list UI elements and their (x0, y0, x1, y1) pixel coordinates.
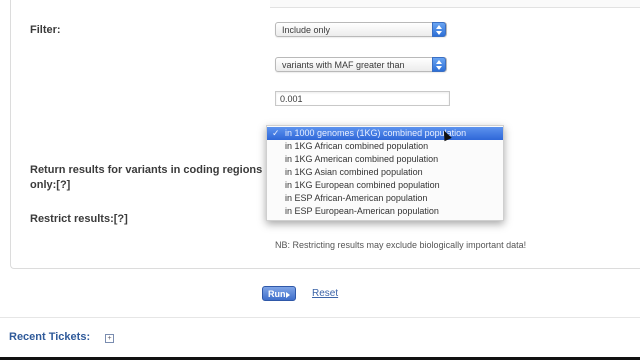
restrict-text: Restrict results: (30, 213, 114, 225)
select-arrows-icon (432, 22, 446, 37)
population-option[interactable]: in 1KG European combined population (267, 179, 503, 192)
expand-icon[interactable]: + (105, 334, 114, 343)
filter-field-value: variants with MAF greater than (282, 60, 405, 70)
coding-regions-label: Return results for variants in coding re… (30, 163, 270, 193)
population-option[interactable]: in 1KG American combined population (267, 153, 503, 166)
play-icon (286, 292, 290, 298)
filter-label: Filter: (30, 24, 61, 36)
population-option[interactable]: ✓ in 1000 genomes (1KG) combined populat… (267, 127, 503, 140)
reset-link[interactable]: Reset (312, 288, 338, 299)
top-strip (270, 0, 640, 8)
check-icon: ✓ (272, 128, 280, 138)
run-button[interactable]: Run (262, 286, 296, 301)
recent-tickets-heading: Recent Tickets: (9, 331, 91, 343)
maf-threshold-input[interactable]: 0.001 (275, 91, 450, 106)
select-arrows-icon (432, 57, 446, 72)
population-option[interactable]: in ESP African-American population (267, 192, 503, 205)
divider (0, 317, 640, 318)
population-option[interactable]: in 1KG African combined population (267, 140, 503, 153)
coding-help-link[interactable]: [?] (56, 179, 70, 191)
restrict-help-link[interactable]: [?] (114, 213, 128, 225)
filter-mode-select[interactable]: Include only (275, 22, 447, 37)
population-option[interactable]: in 1KG Asian combined population (267, 166, 503, 179)
filter-mode-value: Include only (282, 25, 331, 35)
filter-field-select[interactable]: variants with MAF greater than (275, 57, 447, 72)
restrict-label: Restrict results:[?] (30, 213, 128, 225)
restrict-note: NB: Restricting results may exclude biol… (275, 240, 527, 250)
population-dropdown[interactable]: ✓ in 1000 genomes (1KG) combined populat… (266, 125, 504, 221)
population-option[interactable]: in ESP European-American population (267, 205, 503, 218)
